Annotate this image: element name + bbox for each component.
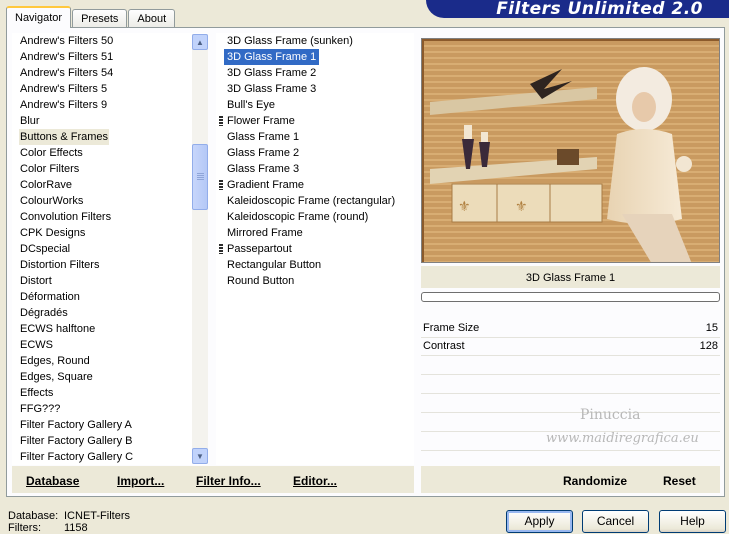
param-value: 128 — [699, 340, 718, 352]
category-item[interactable]: Andrew's Filters 9 — [19, 97, 108, 113]
preview-artwork: ⚜ ⚜ — [422, 39, 719, 262]
filter-item[interactable]: Kaleidoscopic Frame (round) — [224, 209, 371, 225]
filter-item[interactable]: 3D Glass Frame (sunken) — [224, 33, 356, 49]
filter-list[interactable]: 3D Glass Frame (sunken) 3D Glass Frame 1… — [216, 33, 414, 465]
category-item[interactable]: ColourWorks — [19, 193, 84, 209]
category-item[interactable]: ECWS — [19, 337, 54, 353]
reset-button[interactable]: Reset — [663, 474, 696, 488]
parameter-action-bar: Randomize Reset — [421, 466, 720, 493]
database-value: ICNET-Filters — [64, 510, 130, 522]
filter-item-selected[interactable]: 3D Glass Frame 1 — [222, 48, 321, 66]
category-item[interactable]: DCspecial — [19, 241, 71, 257]
tab-bar: Navigator Presets About — [6, 6, 176, 28]
tab-presets[interactable]: Presets — [72, 9, 128, 28]
category-item[interactable]: CPK Designs — [19, 225, 86, 241]
filter-item[interactable]: Mirrored Frame — [224, 225, 306, 241]
category-item[interactable]: Filter Factory Gallery A — [19, 417, 133, 433]
svg-text:⚜: ⚜ — [515, 199, 528, 215]
cancel-button[interactable]: Cancel — [582, 510, 649, 533]
help-button[interactable]: Help — [659, 510, 726, 533]
filter-item[interactable]: Flower Frame — [224, 113, 298, 129]
filter-marker-icon — [219, 244, 223, 254]
category-item[interactable]: Distortion Filters — [19, 257, 100, 273]
watermark-url: www.maidiregrafica.eu — [546, 431, 699, 446]
svg-text:⚜: ⚜ — [458, 199, 471, 215]
filter-item[interactable]: Passepartout — [224, 241, 295, 257]
category-list[interactable]: Andrew's Filters 50 Andrew's Filters 51 … — [12, 33, 208, 465]
filters-count: 1158 — [64, 522, 88, 534]
category-item[interactable]: Déformation — [19, 289, 81, 305]
app-title: Filters Unlimited 2.0 — [496, 0, 703, 19]
filter-item[interactable]: Glass Frame 3 — [224, 161, 302, 177]
param-label: Contrast — [423, 340, 465, 352]
apply-button[interactable]: Apply — [506, 510, 573, 533]
editor-button[interactable]: Editor... — [293, 474, 337, 488]
param-row-empty — [421, 395, 720, 413]
category-item[interactable]: FFG??? — [19, 401, 61, 417]
param-label: Frame Size — [423, 322, 480, 334]
category-item[interactable]: Dégradés — [19, 305, 69, 321]
database-button[interactable]: Database — [26, 474, 79, 488]
category-item[interactable]: Effects — [19, 385, 54, 401]
filter-marker-icon — [219, 180, 223, 190]
filter-info-button[interactable]: Filter Info... — [196, 474, 261, 488]
filters-count-info: Filters: 1158 — [8, 522, 88, 534]
filter-item[interactable]: Kaleidoscopic Frame (rectangular) — [224, 193, 398, 209]
param-row-empty — [421, 357, 720, 375]
filter-item[interactable]: Gradient Frame — [224, 177, 307, 193]
param-row-empty — [421, 414, 720, 432]
category-item[interactable]: Convolution Filters — [19, 209, 112, 225]
filter-item[interactable]: 3D Glass Frame 3 — [224, 81, 319, 97]
category-item[interactable]: Blur — [19, 113, 41, 129]
category-item[interactable]: Distort — [19, 273, 53, 289]
watermark-name: Pinuccia — [580, 407, 641, 423]
param-value: 15 — [705, 322, 718, 334]
filter-item[interactable]: Glass Frame 1 — [224, 129, 302, 145]
filter-item[interactable]: 3D Glass Frame 2 — [224, 65, 319, 81]
filter-item[interactable]: Round Button — [224, 273, 297, 289]
tab-navigator[interactable]: Navigator — [6, 6, 72, 28]
category-item[interactable]: Andrew's Filters 5 — [19, 81, 108, 97]
category-item-selected[interactable]: Buttons & Frames — [19, 129, 110, 145]
tab-about[interactable]: About — [128, 9, 176, 28]
category-item[interactable]: Edges, Round — [19, 353, 91, 369]
category-item[interactable]: Andrew's Filters 54 — [19, 65, 114, 81]
filters-label: Filters: — [8, 522, 41, 534]
category-item[interactable]: Filter Factory Gallery C — [19, 449, 134, 465]
database-info: Database: ICNET-Filters — [8, 510, 130, 522]
param-row-empty — [421, 376, 720, 394]
scroll-thumb[interactable] — [192, 144, 208, 210]
category-item[interactable]: Color Effects — [19, 145, 84, 161]
scroll-up-button[interactable]: ▲ — [192, 34, 208, 50]
progress-bar — [421, 292, 720, 302]
category-item[interactable]: Andrew's Filters 50 — [19, 33, 114, 49]
selected-filter-name: 3D Glass Frame 1 — [421, 266, 720, 288]
param-row-contrast[interactable]: Contrast 128 — [421, 338, 720, 356]
category-item[interactable]: ColorRave — [19, 177, 73, 193]
filter-item[interactable]: Rectangular Button — [224, 257, 324, 273]
preview-image: ⚜ ⚜ — [421, 38, 720, 263]
navigator-action-bar: Database Import... Filter Info... Editor… — [12, 466, 414, 493]
category-item[interactable]: Andrew's Filters 51 — [19, 49, 114, 65]
randomize-button[interactable]: Randomize — [563, 474, 627, 488]
category-item[interactable]: Color Filters — [19, 161, 80, 177]
param-row-frame-size[interactable]: Frame Size 15 — [421, 320, 720, 338]
category-item[interactable]: Filter Factory Gallery B — [19, 433, 133, 449]
title-banner: Filters Unlimited 2.0 — [426, 0, 729, 19]
filter-marker-icon — [219, 116, 223, 126]
category-item[interactable]: ECWS halftone — [19, 321, 96, 337]
scroll-down-button[interactable]: ▼ — [192, 448, 208, 464]
database-label: Database: — [8, 510, 59, 522]
filter-item[interactable]: Bull's Eye — [224, 97, 278, 113]
category-scrollbar[interactable]: ▲ ▼ — [192, 34, 208, 464]
category-item[interactable]: Edges, Square — [19, 369, 94, 385]
filter-item[interactable]: Glass Frame 2 — [224, 145, 302, 161]
import-button[interactable]: Import... — [117, 474, 164, 488]
